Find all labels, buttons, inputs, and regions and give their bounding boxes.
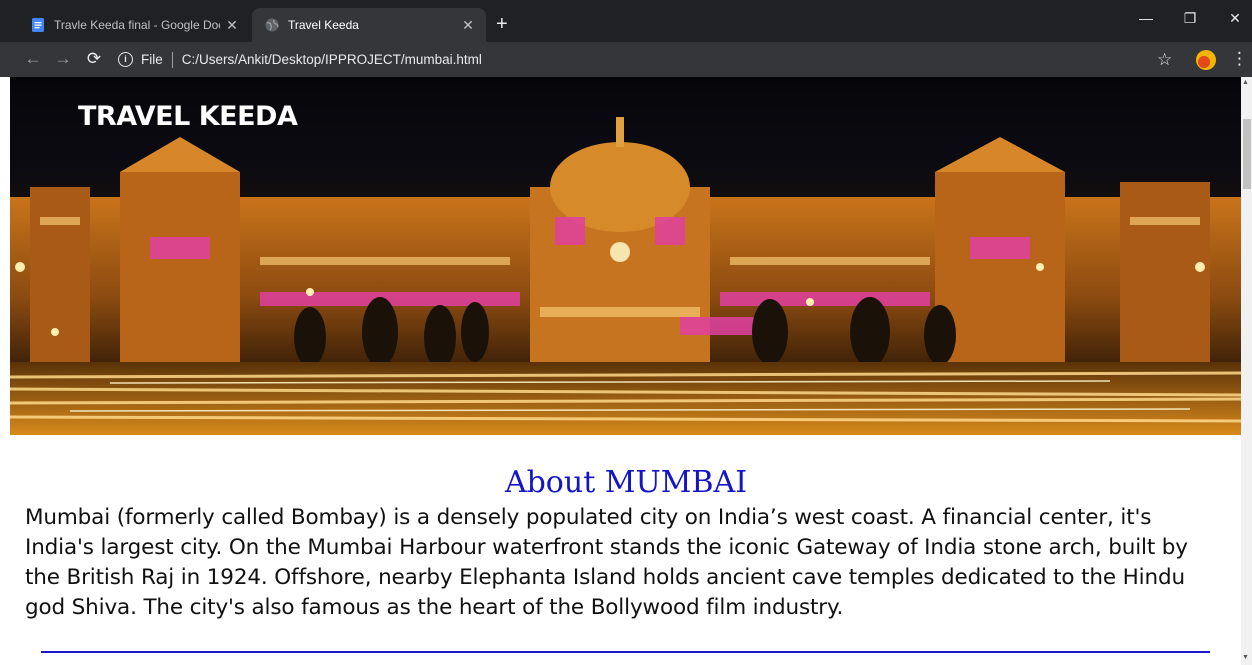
scheme-label: File — [141, 52, 163, 67]
site-brand: TRAVEL KEEDA — [78, 101, 298, 132]
address-separator — [171, 51, 173, 68]
toolbar: ← → ⟳ i File C:/Users/Ankit/Desktop/IPPR… — [0, 42, 1252, 77]
tab-google-docs[interactable]: Travle Keeda final - Google Docs ✕ — [18, 8, 250, 42]
restore-icon[interactable]: ❐ — [1175, 10, 1205, 27]
scroll-down-icon[interactable]: ▼ — [1242, 654, 1249, 661]
close-icon[interactable]: ✕ — [456, 17, 480, 34]
tab-title: Travle Keeda final - Google Docs — [54, 18, 220, 32]
menu-icon[interactable]: ⋮ — [1231, 49, 1248, 69]
profile-avatar[interactable] — [1196, 50, 1216, 70]
info-icon[interactable]: i — [118, 52, 133, 67]
tab-strip: Travle Keeda final - Google Docs ✕ Trave… — [0, 0, 1252, 42]
minimize-icon[interactable]: — — [1131, 10, 1161, 26]
scrollbar-thumb[interactable] — [1243, 119, 1251, 189]
address-bar[interactable]: i File C:/Users/Ankit/Desktop/IPPROJECT/… — [118, 48, 1138, 71]
reload-icon[interactable]: ⟳ — [83, 49, 105, 69]
tab-title: Travel Keeda — [288, 18, 359, 32]
globe-icon — [265, 18, 279, 32]
scroll-up-icon[interactable]: ▲ — [1242, 79, 1249, 86]
page-viewport: TRAVEL KEEDA ▲ ▼ About MUMBAI Mumbai (fo… — [0, 77, 1252, 665]
back-icon[interactable]: ← — [22, 49, 44, 69]
about-paragraph: Mumbai (formerly called Bombay) is a den… — [25, 505, 1188, 620]
banner-image: TRAVEL KEEDA — [10, 77, 1241, 435]
forward-icon[interactable]: → — [52, 49, 74, 69]
url-text: C:/Users/Ankit/Desktop/IPPROJECT/mumbai.… — [181, 52, 482, 67]
bookmark-star-icon[interactable]: ☆ — [1157, 50, 1172, 70]
divider — [41, 651, 1210, 653]
about-heading: About MUMBAI — [504, 465, 748, 500]
tab-travel-keeda[interactable]: Travel Keeda ✕ — [252, 8, 486, 42]
google-docs-icon — [32, 18, 44, 32]
close-icon[interactable]: ✕ — [220, 17, 244, 34]
window-close-icon[interactable]: ✕ — [1220, 10, 1250, 27]
new-tab-button[interactable]: + — [496, 12, 508, 36]
